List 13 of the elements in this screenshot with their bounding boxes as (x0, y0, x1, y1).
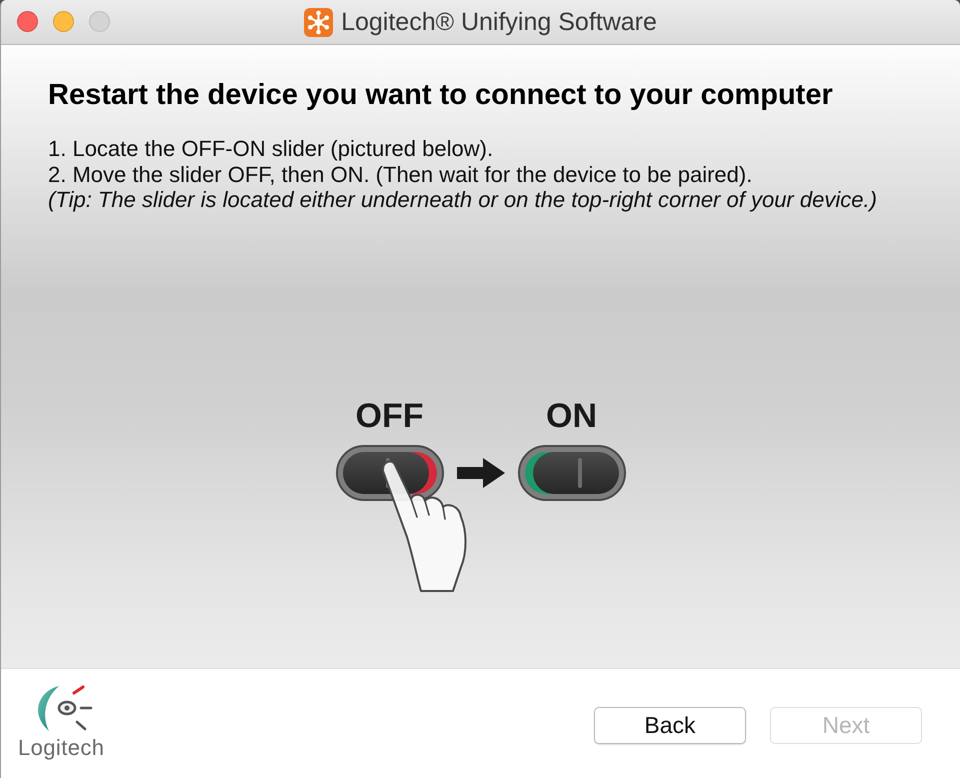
instruction-step: 2. Move the slider OFF, then ON. (Then wait for the device to be paired). (48, 162, 912, 187)
tip-text: (Tip: The slider is located either underneath or on the top-right corner of your device.) (48, 187, 878, 212)
sunburst-icon (304, 8, 334, 36)
switch-label: ON (546, 396, 597, 434)
switch-label: OFF (356, 396, 424, 434)
right-arrow-icon (456, 458, 504, 488)
instruction-step: 1. Locate the OFF-ON slider (pictured below). (48, 136, 912, 162)
logo-wordmark: Logitech (18, 735, 104, 761)
heading: Restart the device you want to connect to your computer (48, 78, 834, 112)
minimize-button[interactable] (53, 11, 74, 32)
back-button[interactable]: Back (594, 707, 746, 744)
window-title: Logitech® Unifying Software (341, 7, 657, 37)
close-button[interactable] (17, 11, 38, 32)
